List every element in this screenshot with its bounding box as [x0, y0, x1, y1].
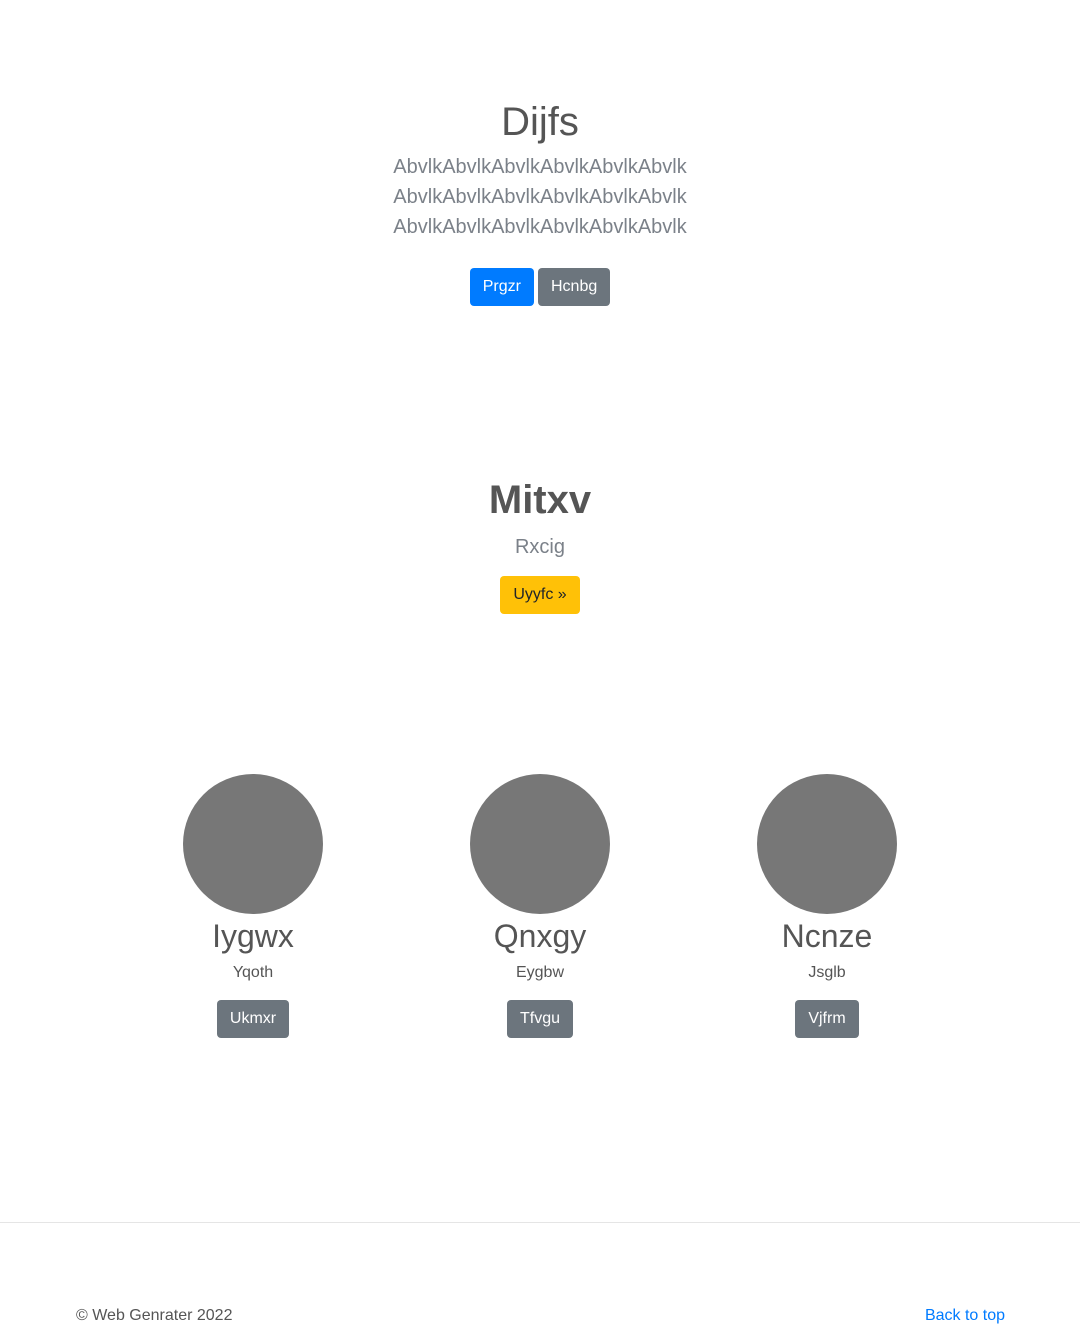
- hero-lead: AbvlkAbvlkAbvlkAbvlkAbvlkAbvlk AbvlkAbvl…: [393, 156, 687, 238]
- card-button[interactable]: Ukmxr: [216, 1000, 290, 1038]
- hero-section: Dijfs AbvlkAbvlkAbvlkAbvlkAbvlkAbvlk Abv…: [0, 96, 1080, 306]
- avatar: [470, 774, 610, 914]
- hero-buttons: Prgzr Hcnbg: [0, 268, 1080, 306]
- avatar: [183, 774, 323, 914]
- feature-button-wrap: Uyyfc »: [0, 576, 1080, 614]
- card-button[interactable]: Tfvgu: [506, 1000, 573, 1038]
- hero-title: Dijfs: [501, 100, 579, 144]
- card-desc: Jsglb: [808, 964, 846, 981]
- card-button-wrap: Vjfrm: [707, 1000, 947, 1038]
- page: Dijfs AbvlkAbvlkAbvlkAbvlkAbvlkAbvlk Abv…: [0, 0, 1080, 1327]
- card-button-wrap: Tfvgu: [420, 1000, 660, 1038]
- card: Iygwx Yqoth Ukmxr: [133, 774, 373, 1038]
- card-desc: Eygbw: [515, 964, 565, 981]
- hero-primary-button[interactable]: Prgzr: [469, 268, 534, 306]
- feature-title: Mitxv: [488, 478, 592, 522]
- cards-section: Iygwx Yqoth Ukmxr Qnxgy Eygbw Tfvgu Ncnz…: [0, 774, 1080, 1044]
- card-name: Ncnze: [781, 918, 873, 954]
- card-button-wrap: Ukmxr: [133, 1000, 373, 1038]
- hero-secondary-button[interactable]: Hcnbg: [537, 268, 611, 306]
- card: Qnxgy Eygbw Tfvgu: [420, 774, 660, 1038]
- feature-section: Mitxv Rxcig Uyyfc »: [0, 474, 1080, 614]
- back-to-top-link[interactable]: Back to top: [925, 1305, 1005, 1327]
- card: Ncnze Jsglb Vjfrm: [707, 774, 947, 1038]
- card-name: Iygwx: [212, 918, 294, 954]
- avatar: [757, 774, 897, 914]
- feature-button[interactable]: Uyyfc »: [500, 576, 580, 614]
- card-button[interactable]: Vjfrm: [795, 1000, 859, 1038]
- card-desc: Yqoth: [232, 964, 274, 981]
- card-name: Qnxgy: [493, 918, 587, 954]
- footer-copyright: © Web Genrater 2022: [76, 1307, 233, 1324]
- footer-divider: [0, 1222, 1080, 1223]
- feature-subtitle: Rxcig: [514, 536, 565, 558]
